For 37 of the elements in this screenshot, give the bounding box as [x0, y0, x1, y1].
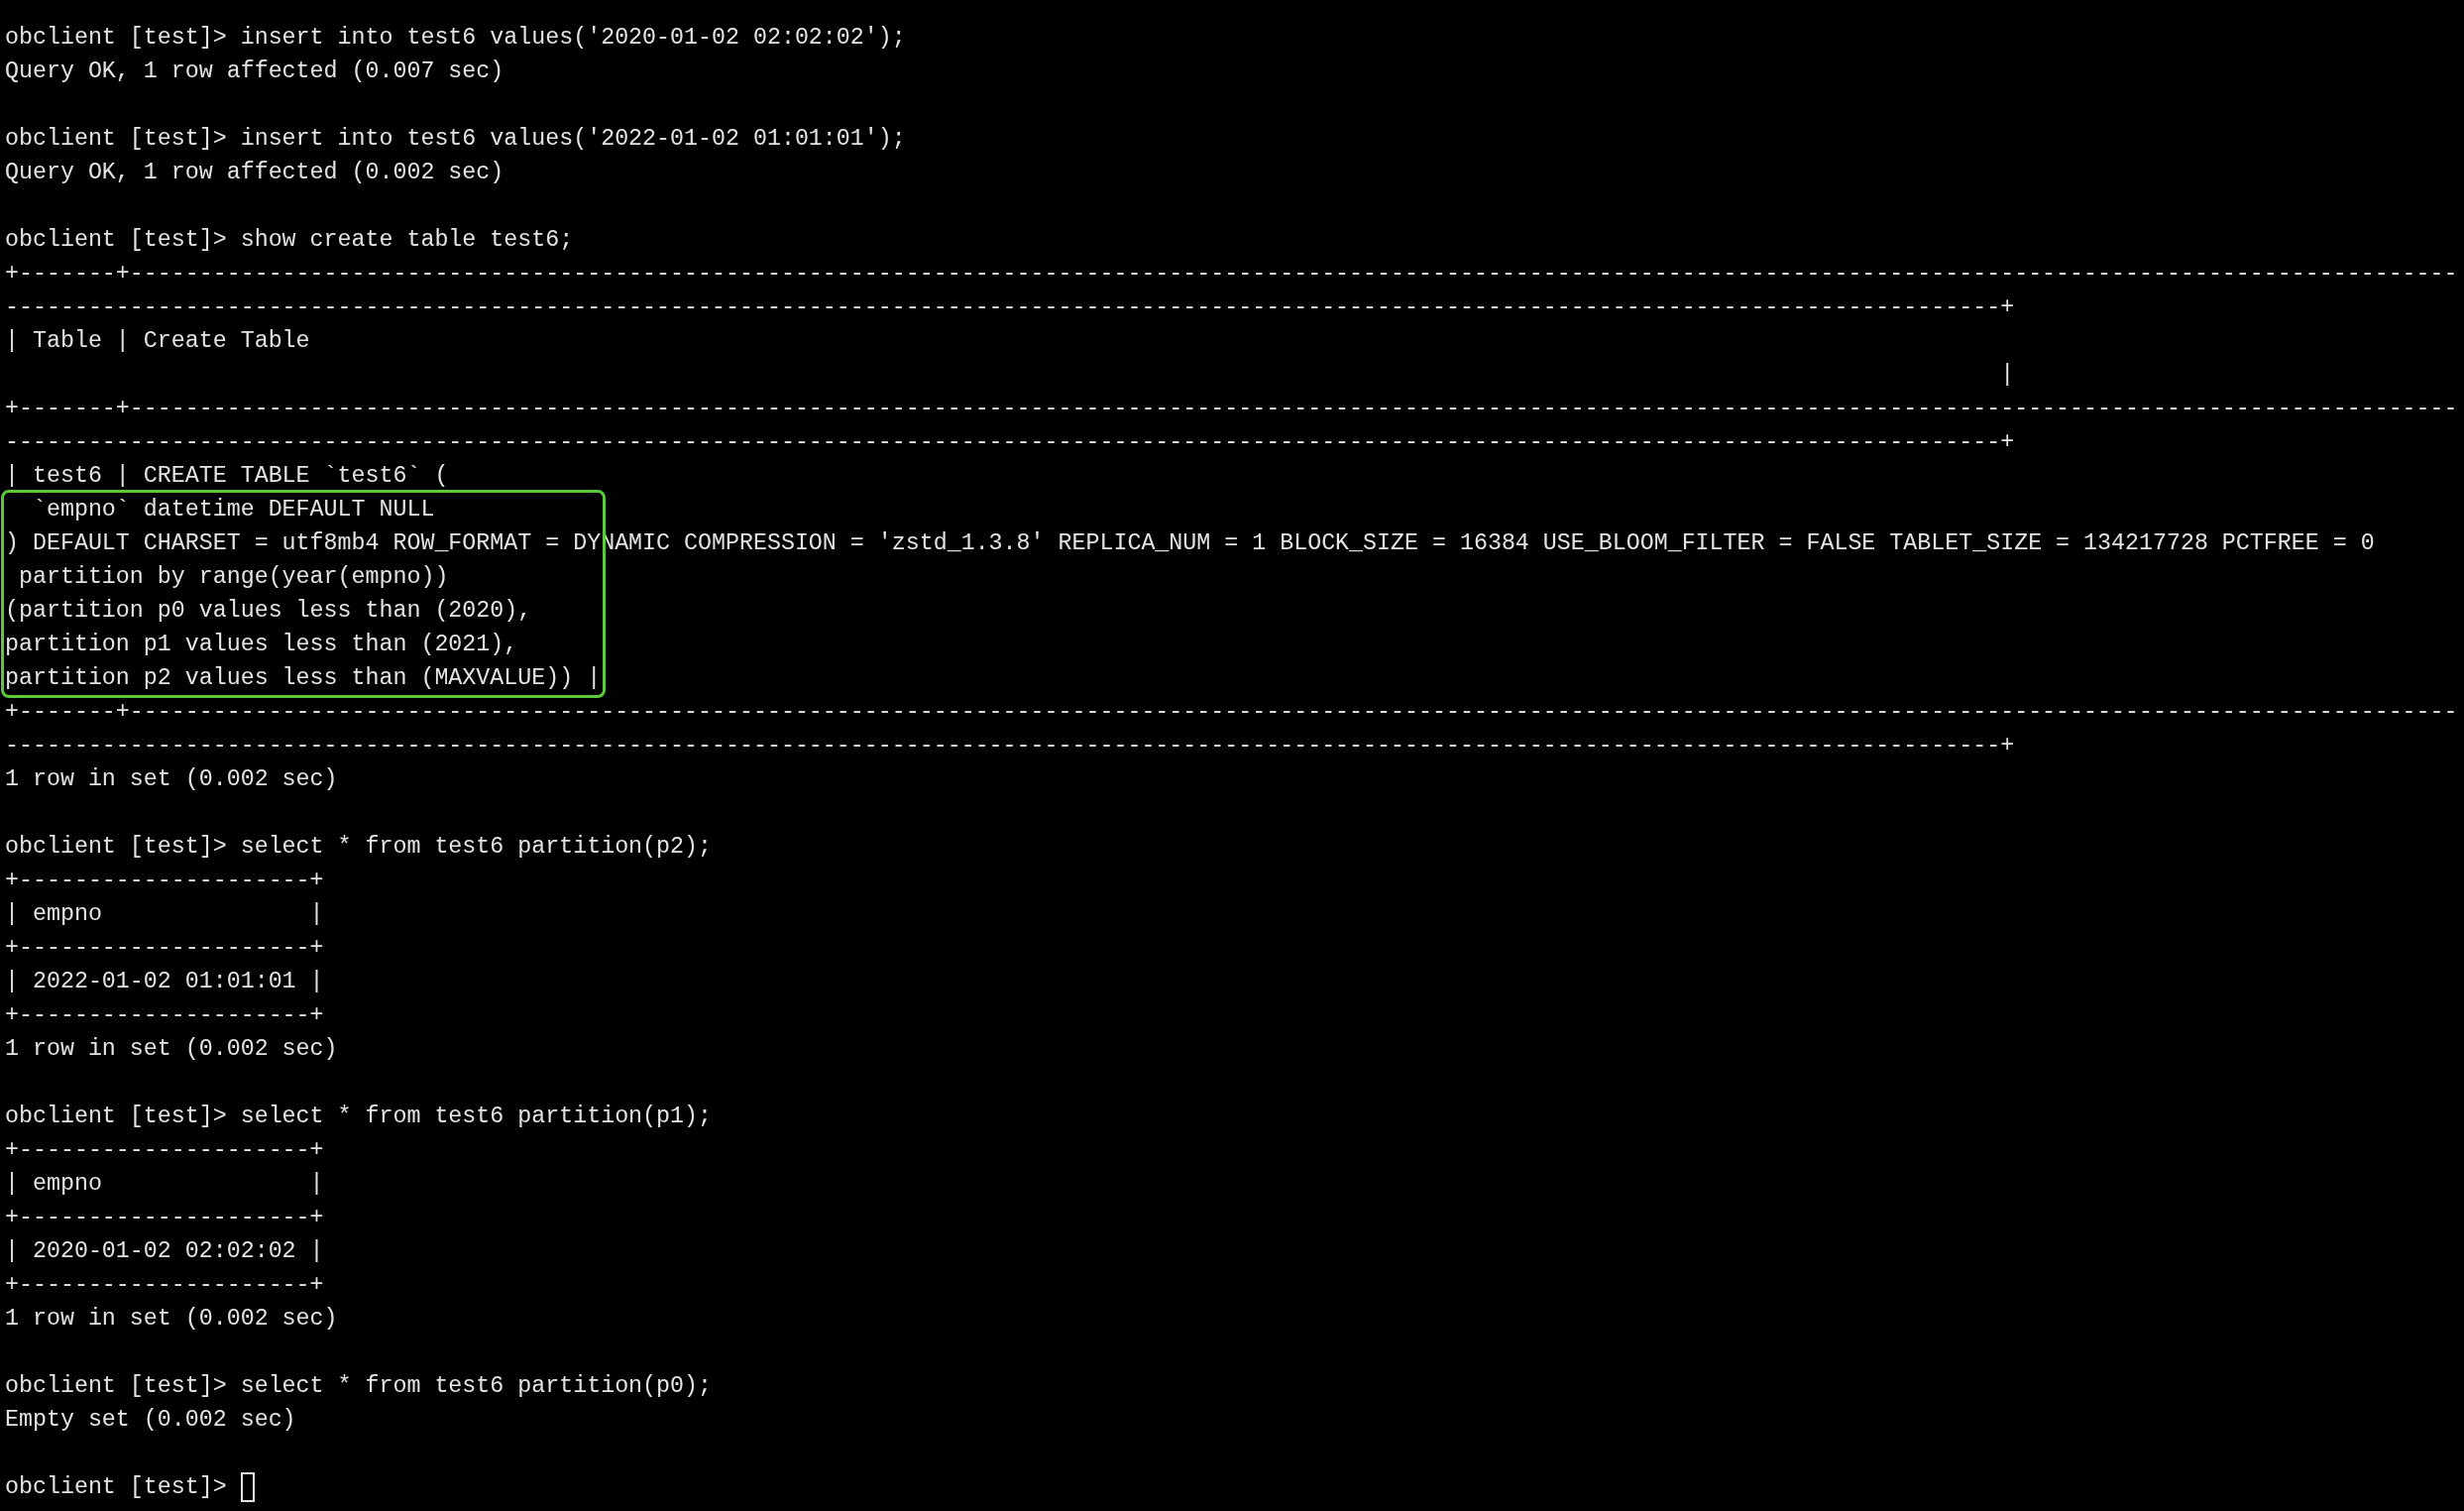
terminal-line: +-------+------------------------------------------------------------------------------------------------------------------------------------------------------------------------	[5, 260, 2458, 289]
terminal-line: partition by range(year(empno))	[17, 563, 449, 592]
terminal-line: Query OK, 1 row affected (0.007 sec)	[5, 58, 504, 86]
terminal-line: partition p1 values less than (2021),	[5, 631, 518, 659]
terminal-line: obclient [test]> select * from test6 partition(p1);	[5, 1103, 712, 1131]
terminal-line: |	[1999, 361, 2015, 390]
terminal-line: Empty set (0.002 sec)	[5, 1406, 296, 1435]
terminal-line: obclient [test]> insert into test6 values('2022-01-02 01:01:01');	[5, 125, 906, 154]
terminal-line: 1 row in set (0.002 sec)	[5, 765, 338, 794]
terminal-line: +-------+------------------------------------------------------------------------------------------------------------------------------------------------------------------------	[5, 395, 2458, 423]
terminal-line: obclient [test]> insert into test6 values('2020-01-02 02:02:02');	[5, 24, 906, 53]
terminal-line: obclient [test]> show create table test6;	[5, 226, 574, 255]
terminal-line: +-------+------------------------------------------------------------------------------------------------------------------------------------------------------------------------	[5, 698, 2458, 727]
terminal-line: +---------------------+	[5, 1136, 324, 1165]
terminal-line: ------------------------------------------------------------------------------------------------------------------------------------------------+	[5, 732, 2015, 760]
terminal-line: +---------------------+	[5, 934, 324, 963]
terminal-line: (partition p0 values less than (2020),	[5, 597, 532, 626]
terminal-line: | empno |	[5, 1170, 324, 1199]
terminal-line: | empno |	[5, 900, 324, 929]
terminal-line: +---------------------+	[5, 1001, 324, 1030]
terminal-line: Query OK, 1 row affected (0.002 sec)	[5, 159, 504, 187]
terminal-line: | 2022-01-02 01:01:01 |	[5, 968, 324, 996]
terminal-line: obclient [test]> select * from test6 partition(p2);	[5, 833, 712, 862]
terminal-line: | Table | Create Table	[5, 327, 310, 356]
terminal-line: obclient [test]>	[5, 1473, 227, 1502]
terminal-line: | test6 | CREATE TABLE `test6` (	[5, 462, 449, 491]
terminal-line: ------------------------------------------------------------------------------------------------------------------------------------------------+	[5, 293, 2015, 322]
terminal-line: +---------------------+	[5, 1271, 324, 1300]
terminal-line: partition p2 values less than (MAXVALUE)) |	[5, 664, 602, 693]
terminal-line: `empno` datetime DEFAULT NULL	[31, 496, 435, 524]
terminal-line: +---------------------+	[5, 867, 324, 895]
terminal-line: ------------------------------------------------------------------------------------------------------------------------------------------------+	[5, 428, 2015, 457]
terminal-line: 1 row in set (0.002 sec)	[5, 1035, 338, 1064]
terminal-line: +---------------------+	[5, 1204, 324, 1232]
terminal-line: obclient [test]> select * from test6 partition(p0);	[5, 1372, 712, 1401]
terminal-line: 1 row in set (0.002 sec)	[5, 1305, 338, 1334]
terminal-line: | 2020-01-02 02:02:02 |	[5, 1237, 324, 1266]
